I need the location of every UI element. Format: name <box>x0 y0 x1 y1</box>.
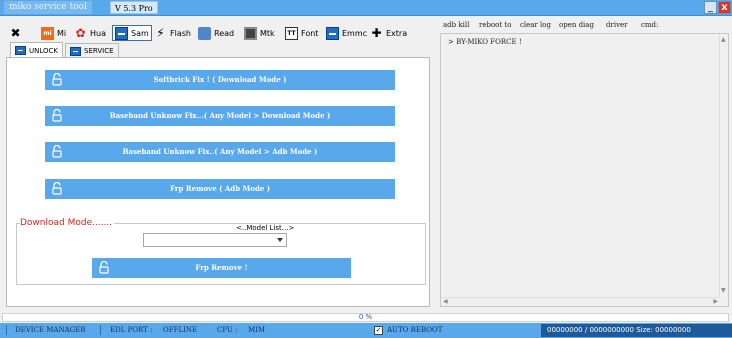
unlock-icon <box>52 181 62 195</box>
frp-remove-button[interactable]: Frp Remove ! <box>92 258 351 278</box>
mi-icon: mi <box>41 26 54 40</box>
tab-extra-label: Extra <box>386 28 408 38</box>
log-vertical-scrollbar[interactable]: ▲ ▼ <box>719 34 728 306</box>
service-tab-icon <box>70 46 81 56</box>
unlock-tab-icon <box>15 46 26 55</box>
huawei-icon: ✿ <box>75 25 86 40</box>
model-list-label: <..Model List...> <box>236 224 295 232</box>
unlock-icon <box>52 108 62 122</box>
edl-port-value: OFFLINE <box>163 326 198 334</box>
frp-remove-label: Frp Remove ! <box>195 263 248 272</box>
log-horizontal-scrollbar[interactable]: ◀ ▶ <box>441 297 720 306</box>
tab-read-label: Read <box>214 28 235 38</box>
device-manager-link[interactable]: DEVICE MANAGER <box>15 326 86 334</box>
progress-bar: 0 % <box>2 313 729 322</box>
model-list-select[interactable] <box>143 233 287 247</box>
download-mode-label: Download Mode....... <box>20 218 115 228</box>
unlock-icon <box>52 144 62 158</box>
scroll-left-icon[interactable]: ◀ <box>443 298 448 305</box>
edl-port-label: EDL PORT : <box>110 326 153 334</box>
tab-tools[interactable]: ✖ <box>9 24 25 42</box>
scroll-up-icon[interactable]: ▲ <box>721 36 726 43</box>
cpu-value: MIM <box>248 326 266 334</box>
tab-unlock[interactable]: UNLOCK <box>10 42 63 58</box>
baseband-fix-download-label: Baseband Unknow Fix...( Any Model > Down… <box>109 111 331 120</box>
tab-service[interactable]: SERVICE <box>65 43 119 58</box>
softbrick-fix-label: Softbrick Fix ! ( Download Mode ) <box>153 75 287 84</box>
cpu-label: CPU : <box>217 326 238 334</box>
scroll-right-icon[interactable]: ▶ <box>713 298 718 305</box>
tab-read[interactable]: Read <box>198 24 234 42</box>
open-diag-menu[interactable]: open diag <box>559 21 594 29</box>
tab-mtk-label: Mtk <box>260 28 275 38</box>
samsung-icon <box>115 26 128 40</box>
clear-log-menu[interactable]: clear log <box>520 21 551 29</box>
tab-extra[interactable]: ✚ Extra <box>370 24 407 42</box>
softbrick-fix-button[interactable]: Softbrick Fix ! ( Download Mode ) <box>45 70 395 90</box>
tab-mtk[interactable]: Mtk <box>244 24 275 42</box>
driver-menu[interactable]: driver <box>606 21 628 29</box>
tab-samsung-label: Sam <box>131 28 149 38</box>
minimize-button[interactable]: _ <box>704 1 717 14</box>
unlock-icon <box>99 260 109 274</box>
size-readout: 00000000 / 0000000000 Size: 00000000 <box>541 324 732 337</box>
tab-emmc[interactable]: Emmc <box>326 24 367 42</box>
tab-emmc-label: Emmc <box>342 28 368 38</box>
frp-remove-adb-button[interactable]: Frp Remove ( Adb Mode ) <box>45 179 395 199</box>
tab-samsung[interactable]: Sam <box>112 25 152 41</box>
tab-mi[interactable]: mi Mi <box>41 24 66 42</box>
tab-service-label: SERVICE <box>84 47 114 55</box>
frp-remove-adb-label: Frp Remove ( Adb Mode ) <box>169 184 271 193</box>
tab-unlock-label: UNLOCK <box>29 46 58 55</box>
version-label: V 5.3 Pro <box>110 1 158 14</box>
title-bar: miko service tool V 5.3 Pro _ x <box>0 0 732 16</box>
tab-font[interactable]: TT Font <box>285 24 318 42</box>
app-title: miko service tool <box>4 1 92 14</box>
auto-reboot-label: AUTO REBOOT <box>387 326 443 334</box>
baseband-fix-adb-label: Baseband Unknow Fix..( Any Model > Adb M… <box>122 147 318 156</box>
status-separator <box>6 325 7 335</box>
tab-huawei-label: Hua <box>90 28 106 38</box>
read-icon <box>198 26 211 40</box>
close-button[interactable]: x <box>718 1 731 14</box>
auto-reboot-checkbox[interactable]: ✓ <box>374 326 383 335</box>
baseband-fix-download-button[interactable]: Baseband Unknow Fix...( Any Model > Down… <box>45 106 395 126</box>
adb-kill-menu[interactable]: adb kill <box>443 21 469 29</box>
baseband-fix-adb-button[interactable]: Baseband Unknow Fix..( Any Model > Adb M… <box>45 142 395 162</box>
progress-text: 0 % <box>358 313 373 321</box>
chevron-down-icon <box>277 238 283 242</box>
cmd-menu[interactable]: cmd: <box>641 21 658 29</box>
font-icon: TT <box>285 26 298 40</box>
flash-icon: ⚡ <box>156 25 165 40</box>
tab-flash[interactable]: ⚡ Flash <box>154 24 191 42</box>
status-bar: DEVICE MANAGER EDL PORT : OFFLINE CPU : … <box>0 323 732 338</box>
tools-icon: ✖ <box>10 25 21 40</box>
tab-huawei[interactable]: ✿ Hua <box>74 24 106 42</box>
extra-icon: ✚ <box>371 25 382 40</box>
log-line: > BY-MIKO FORCE ! <box>448 38 522 46</box>
tab-flash-label: Flash <box>170 28 191 38</box>
chip-icon <box>244 26 257 40</box>
scroll-down-icon[interactable]: ▼ <box>721 287 726 294</box>
status-separator <box>100 325 101 335</box>
tab-mi-label: Mi <box>57 28 67 38</box>
log-output[interactable]: > BY-MIKO FORCE ! ▲ ▼ ◀ ▶ <box>440 33 729 307</box>
tab-font-label: Font <box>301 28 319 38</box>
emmc-icon <box>326 26 339 40</box>
unlock-icon <box>52 72 62 86</box>
reboot-to-menu[interactable]: reboot to <box>479 21 511 29</box>
